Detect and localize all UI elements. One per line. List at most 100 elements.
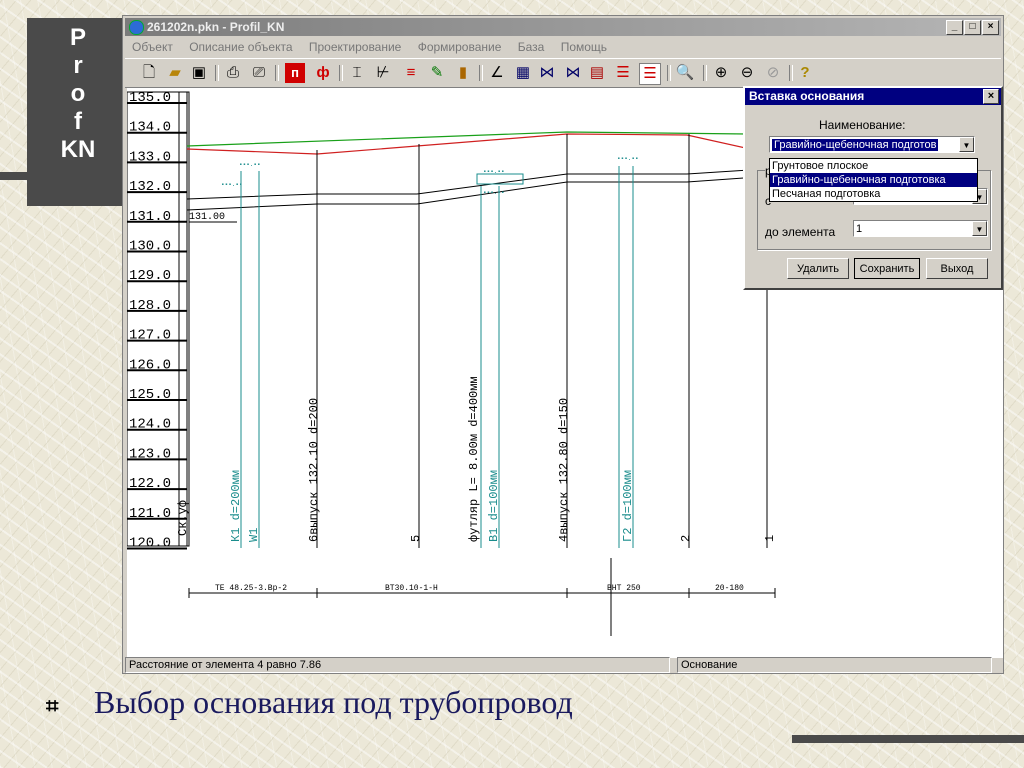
exit-button[interactable]: Выход <box>926 258 988 279</box>
zoom-reset-icon[interactable]: ⊘ <box>763 63 783 83</box>
p-icon[interactable]: п <box>285 63 305 83</box>
phi-icon[interactable]: ф <box>313 63 333 83</box>
logo-letter-kn: KN <box>60 136 96 163</box>
branch-icon[interactable]: ⊬ <box>373 63 393 83</box>
bullet-icon: ⌗ <box>46 693 59 718</box>
decor-line-left <box>0 172 30 180</box>
bottle-icon[interactable]: ▮ <box>453 63 473 83</box>
elevation-scale-band <box>178 91 188 547</box>
print-icon[interactable]: ⎚ <box>249 63 269 83</box>
dialog-close-button[interactable]: × <box>983 89 999 104</box>
svg-text:▪▪▪.▪▪: ▪▪▪.▪▪ <box>617 155 639 162</box>
base-type-selected: Гравийно-щебеночная подготов <box>772 139 939 151</box>
title-bar[interactable]: 261202n.pkn - Profil_KN _ □ × <box>125 18 1001 36</box>
node-markers: ▪▪▪.▪▪ ▪▪▪.▪▪ ▪▪▪.▪▪ ▪▪▪.▪▪ ▪▪▪.▪▪ <box>221 155 639 196</box>
label-v1: В1 d=100мм <box>487 470 501 542</box>
close-window-button[interactable]: × <box>982 20 999 35</box>
vertical-lines <box>316 134 768 548</box>
label-outlet-6: 6выпуск 132.10 d=200 <box>307 398 321 542</box>
menu-formation[interactable]: Формирование <box>418 40 502 54</box>
save-button[interactable]: Сохранить <box>854 258 920 279</box>
toolbar-separator <box>703 65 707 81</box>
pen-icon[interactable]: ✎ <box>427 63 447 83</box>
vertical-labels: К1 d=200мм W1 6выпуск 132.10 d=200 5 фут… <box>229 376 777 542</box>
lines-icon[interactable]: ☰ <box>613 63 633 83</box>
angle-icon[interactable]: ∠ <box>487 63 507 83</box>
elevation-labels: 135.0134.0133.0132.0131.0130.0129.0128.0… <box>127 90 187 552</box>
segment-labels: ТЕ 48.25-3.Вр-2 ВТ30.10-1-Н ВНТ 250 20-1… <box>215 584 744 593</box>
label-casing: футляр L= 8.00м d=400мм <box>467 376 481 542</box>
grid-icon[interactable]: ▦ <box>513 63 533 83</box>
pipe-line-top <box>186 164 828 200</box>
toolbar-separator <box>789 65 793 81</box>
decor-line-right <box>792 735 1024 743</box>
svg-text:▪▪▪.▪▪: ▪▪▪.▪▪ <box>483 168 505 175</box>
menu-object[interactable]: Объект <box>132 40 173 54</box>
slide-caption: Выбор основания под трубопровод <box>94 684 573 720</box>
minimize-button[interactable]: _ <box>946 20 963 35</box>
wave-icon[interactable]: ⋈ <box>537 63 557 83</box>
segment-label: ТЕ 48.25-3.Вр-2 <box>215 584 287 593</box>
logo-letter-o: o <box>70 80 86 107</box>
option-ground-flat[interactable]: Грунтовое плоское <box>770 159 977 173</box>
help-icon[interactable]: ? <box>795 63 815 83</box>
axis-label: Ск.уф <box>176 500 190 536</box>
zoom-icon[interactable]: 🔍 <box>675 63 695 83</box>
base-type-options: Грунтовое плоское Гравийно-щебеночная по… <box>769 158 978 202</box>
chevron-down-icon[interactable]: ▼ <box>959 137 974 152</box>
zoom-in-icon[interactable]: ⊕ <box>711 63 731 83</box>
profkn-logo: P r o f KN <box>27 18 129 206</box>
delete-button[interactable]: Удалить <box>787 258 849 279</box>
status-distance: Расстояние от элемента 4 равно 7.86 <box>125 657 670 673</box>
toolbar-separator <box>275 65 279 81</box>
base-level-label: 131.00 <box>189 212 225 223</box>
chevron-down-icon[interactable]: ▼ <box>972 221 987 236</box>
pipe-line-bottom <box>186 171 828 211</box>
measure-icon[interactable]: ⋈ <box>563 63 583 83</box>
label-k1: К1 d=200мм <box>229 470 243 542</box>
toolbar-separator <box>215 65 219 81</box>
app-icon <box>129 20 144 35</box>
menu-help[interactable]: Помощь <box>561 40 607 54</box>
table-icon[interactable]: ▤ <box>587 63 607 83</box>
pipe-icon[interactable]: ⌶ <box>347 63 367 83</box>
label-node-1: 1 <box>763 535 777 542</box>
window-title: 261202n.pkn - Profil_KN <box>147 20 285 34</box>
name-label: Наименование: <box>819 118 906 132</box>
to-element-select[interactable]: 1 ▼ <box>853 220 988 237</box>
lines-icon[interactable]: ☰ <box>639 63 661 85</box>
to-element-value: 1 <box>856 223 863 235</box>
to-element-label: до элемента <box>765 225 836 239</box>
toolbar-separator <box>339 65 343 81</box>
base-type-select[interactable]: Гравийно-щебеночная подготов ▼ <box>769 136 975 153</box>
option-sand[interactable]: Песчаная подготовка <box>770 187 977 201</box>
toolbar-separator <box>667 65 671 81</box>
segment-label: 20-180 <box>715 584 744 593</box>
zoom-out-icon[interactable]: ⊖ <box>737 63 757 83</box>
label-w1: W1 <box>247 528 261 542</box>
logo-letter-p: P <box>69 24 86 51</box>
maximize-button[interactable]: □ <box>964 20 981 35</box>
dialog-title: Вставка основания <box>749 89 865 103</box>
dialog-title-bar[interactable]: Вставка основания × <box>745 88 1001 105</box>
menu-design[interactable]: Проектирование <box>309 40 402 54</box>
menu-object-description[interactable]: Описание объекта <box>189 40 292 54</box>
preview-icon[interactable]: ⎙ <box>223 63 243 83</box>
menu-database[interactable]: База <box>518 40 545 54</box>
new-file-icon[interactable]: 🗋 <box>139 63 159 83</box>
label-node-2: 2 <box>679 535 693 542</box>
svg-text:▪▪▪.▪▪: ▪▪▪.▪▪ <box>239 161 261 168</box>
label-outlet-4: 4выпуск 132.80 d=150 <box>557 398 571 542</box>
option-gravel[interactable]: Гравийно-щебеночная подготовка <box>770 173 977 187</box>
logo-letter-r: r <box>73 52 83 79</box>
status-mode: Основание <box>677 657 992 673</box>
save-icon[interactable]: ▣ <box>189 63 209 83</box>
status-bar: Расстояние от элемента 4 равно 7.86 Осно… <box>125 657 1001 673</box>
layers-icon[interactable]: ≡ <box>401 63 421 83</box>
toolbar: 🗋 ▰ ▣ ⎙ ⎚ п ф ⌶ ⊬ ≡ ✎ ▮ ∠ ▦ ⋈ ⋈ ▤ ☰ ☰ 🔍 … <box>125 58 1001 88</box>
svg-text:▪▪▪.▪▪: ▪▪▪.▪▪ <box>221 181 243 188</box>
segment-label: ВТ30.10-1-Н <box>385 584 438 593</box>
segment-label: ВНТ 250 <box>607 584 641 593</box>
insert-base-dialog: Вставка основания × Наименование: Гравий… <box>743 86 1003 290</box>
open-folder-icon[interactable]: ▰ <box>165 63 185 83</box>
